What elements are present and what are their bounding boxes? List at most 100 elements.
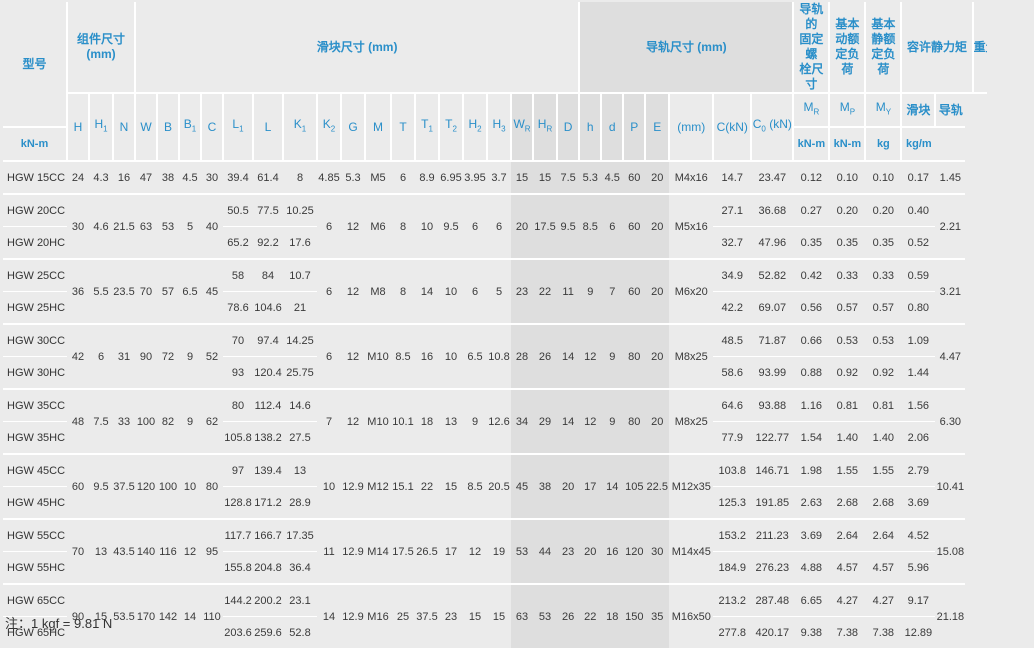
cell-h1: 4.6 xyxy=(89,194,113,259)
cell-n: 37.5 xyxy=(113,454,135,519)
col-header-w: W xyxy=(135,93,157,161)
cell-m: M8 xyxy=(365,259,391,324)
cell-g: 12.9 xyxy=(341,454,365,519)
cell-m: M14 xyxy=(365,519,391,584)
col-header-t: T xyxy=(391,93,415,161)
cell-n: 23.5 xyxy=(113,259,135,324)
cell-weight-rail: 1.45 xyxy=(935,161,965,194)
cell-mp: 7.38 xyxy=(829,617,865,648)
cell-my: 1.55 xyxy=(865,454,901,487)
cell-weight-block: 0.17 xyxy=(901,161,935,194)
cell-static-load: 52.82 xyxy=(751,259,793,292)
cell-mr: 2.63 xyxy=(793,487,829,520)
cell-weight-block: 4.52 xyxy=(901,519,935,552)
cell-w: 90 xyxy=(135,324,157,389)
col-header-t2: T2 xyxy=(439,93,463,161)
cell-hr: 15 xyxy=(533,161,557,194)
cell-mr: 1.54 xyxy=(793,422,829,455)
cell-b: 72 xyxy=(157,324,179,389)
cell-l1: 93 xyxy=(223,357,253,390)
cell-my: 7.38 xyxy=(865,617,901,648)
cell-weight-rail: 15.08 xyxy=(935,519,965,584)
unit-kgm: kg/m xyxy=(901,127,935,161)
cell-p: 60 xyxy=(623,259,645,324)
model-cell: HGW 55HC xyxy=(3,552,67,585)
cell-d: 16 xyxy=(601,519,623,584)
cell-wr: 45 xyxy=(511,454,533,519)
cell-b1: 9 xyxy=(179,389,201,454)
header-assembly: 组件尺寸 (mm) xyxy=(67,2,135,93)
cell-h1: 5.5 xyxy=(89,259,113,324)
cell-b1: 6.5 xyxy=(179,259,201,324)
cell-g: 12.9 xyxy=(341,584,365,648)
cell-my: 4.27 xyxy=(865,584,901,617)
cell-w: 120 xyxy=(135,454,157,519)
cell-mp: 0.33 xyxy=(829,259,865,292)
cell-my: 4.57 xyxy=(865,552,901,585)
cell-k1: 36.4 xyxy=(283,552,317,585)
cell-mr: 6.65 xyxy=(793,584,829,617)
cell-t2: 17 xyxy=(439,519,463,584)
cell-rail-bolt: M6x20 xyxy=(669,259,713,324)
col-header-n: N xyxy=(113,93,135,161)
cell-h3: 15 xyxy=(487,584,511,648)
cell-l1: 65.2 xyxy=(223,227,253,260)
model-cell: HGW 20CC xyxy=(3,194,67,227)
cell-my: 2.68 xyxy=(865,487,901,520)
cell-m: M16 xyxy=(365,584,391,648)
col-header-h: H xyxy=(67,93,89,161)
cell-static-load: 93.99 xyxy=(751,357,793,390)
cell-l: 120.4 xyxy=(253,357,283,390)
table-row: HGW 25CC365.523.570576.545588410.7612M88… xyxy=(3,259,987,292)
header-rail: 导轨尺寸 (mm) xyxy=(579,2,793,93)
header-block: 滑块尺寸 (mm) xyxy=(135,2,579,93)
cell-e: 20 xyxy=(645,324,669,389)
cell-weight-block: 0.80 xyxy=(901,292,935,325)
cell-weight-block: 1.44 xyxy=(901,357,935,390)
cell-t1: 8.9 xyxy=(415,161,439,194)
header-rail-bolt: 导轨的固定螺栓尺寸 xyxy=(793,2,829,93)
cell-my: 0.57 xyxy=(865,292,901,325)
cell-k1: 25.75 xyxy=(283,357,317,390)
cell-mr: 0.42 xyxy=(793,259,829,292)
col-header-b: B xyxy=(157,93,179,161)
cell-static-load: 47.96 xyxy=(751,227,793,260)
cell-c: 62 xyxy=(201,389,223,454)
col-header-c: C xyxy=(201,93,223,161)
cell-hr: 53 xyxy=(533,584,557,648)
cell-c: 45 xyxy=(201,259,223,324)
cell-my: 2.64 xyxy=(865,519,901,552)
cell-mp: 1.40 xyxy=(829,422,865,455)
cell-mp: 0.35 xyxy=(829,227,865,260)
col-header-t1: T1 xyxy=(415,93,439,161)
cell-rail-bolt: M5x16 xyxy=(669,194,713,259)
cell-c: 95 xyxy=(201,519,223,584)
cell-weight-rail: 3.21 xyxy=(935,259,965,324)
cell-n: 21.5 xyxy=(113,194,135,259)
col-header-h2: H2 xyxy=(463,93,487,161)
cell-static-load: 122.77 xyxy=(751,422,793,455)
cell-dynamic-load: 153.2 xyxy=(713,519,751,552)
cell-h: 42 xyxy=(67,324,89,389)
cell-d: 14 xyxy=(557,324,579,389)
cell-b1: 4.5 xyxy=(179,161,201,194)
cell-weight-rail: 4.47 xyxy=(935,324,965,389)
cell-g: 12 xyxy=(341,389,365,454)
cell-t1: 14 xyxy=(415,259,439,324)
cell-h1: 4.3 xyxy=(89,161,113,194)
table-row: HGW 30CC4263190729527097.414.25612M108.5… xyxy=(3,324,987,357)
cell-static-load: 93.88 xyxy=(751,389,793,422)
cell-h: 48 xyxy=(67,389,89,454)
cell-l: 171.2 xyxy=(253,487,283,520)
cell-h: 20 xyxy=(579,519,601,584)
cell-k1: 28.9 xyxy=(283,487,317,520)
cell-k2: 6 xyxy=(317,324,341,389)
cell-l: 84 xyxy=(253,259,283,292)
cell-wr: 15 xyxy=(511,161,533,194)
model-cell: HGW 35CC xyxy=(3,389,67,422)
cell-p: 60 xyxy=(623,194,645,259)
cell-h3: 3.7 xyxy=(487,161,511,194)
cell-h3: 5 xyxy=(487,259,511,324)
cell-k1: 23.1 xyxy=(283,584,317,617)
cell-b: 82 xyxy=(157,389,179,454)
